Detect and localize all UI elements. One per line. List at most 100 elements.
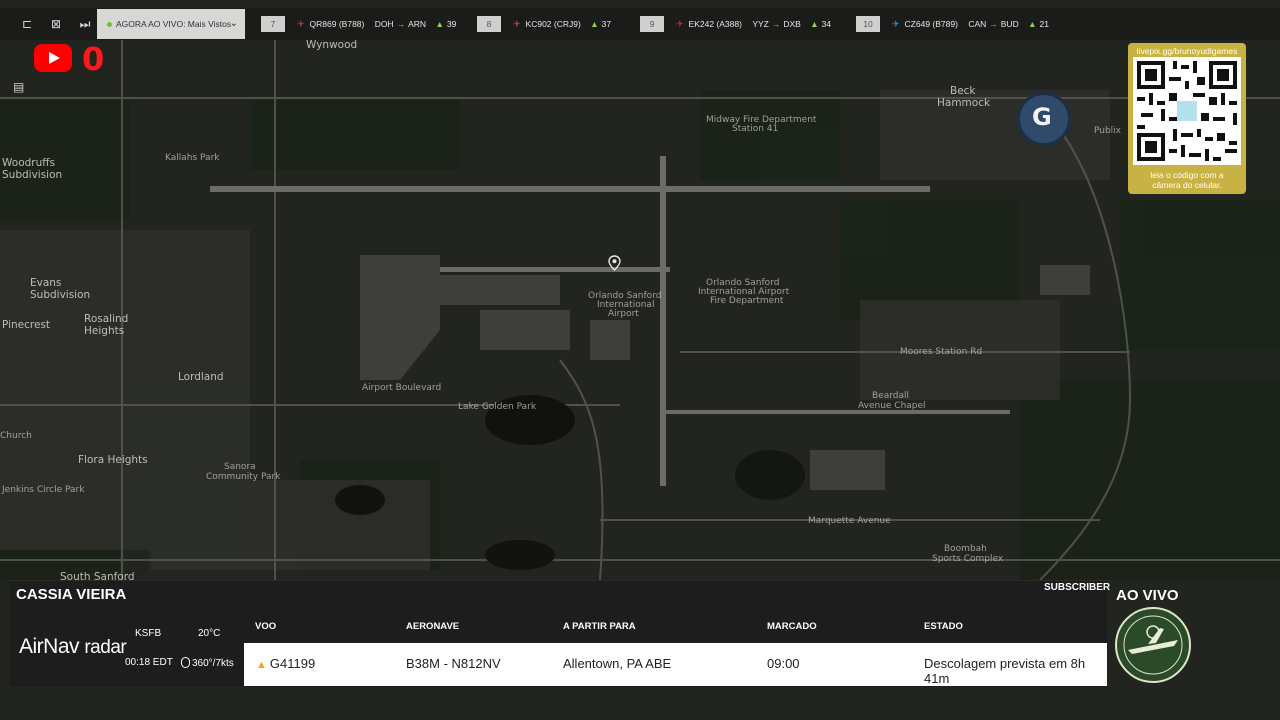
header-status: ESTADO bbox=[924, 621, 963, 632]
map-label: Flora Heights bbox=[78, 454, 148, 466]
qr-caption-line: leia o código com a bbox=[1150, 170, 1224, 180]
map-label: Station 41 bbox=[732, 124, 778, 134]
flight-info-panel: CASSIA VIEIRA SUBSCRIBER AirNav radar KS… bbox=[9, 580, 1111, 687]
flight-callsign: CZ649 (B789) bbox=[904, 19, 958, 29]
flight-destination: DXB bbox=[783, 19, 801, 29]
flight-callsign: EK242 (A388) bbox=[688, 19, 742, 29]
airline-icon: ✈ bbox=[297, 19, 305, 29]
map-label: Beck bbox=[950, 85, 976, 97]
flight-chip[interactable]: 7 ✈ QR869 (B788) DOH → ARN ▲ 39 bbox=[261, 16, 456, 32]
route-cell: Allentown, PA ABE bbox=[563, 656, 672, 671]
rank-badge: 10 bbox=[856, 16, 880, 32]
flight-destination: ARN bbox=[408, 19, 427, 29]
signal-icon: ▲ bbox=[810, 19, 819, 29]
wind-value: 360°/7kts bbox=[192, 658, 234, 669]
now-live-dropdown[interactable]: AGORA AO VIVO: Mais Vistos ⌄ bbox=[97, 9, 245, 39]
flight-chip[interactable]: 9 ✈ EK242 (A388) YYZ → DXB ▲ 34 bbox=[640, 16, 831, 32]
arrow-right-icon: → bbox=[989, 19, 998, 29]
table-row[interactable]: ▲ G41199 B38M - N812NV Allentown, PA ABE … bbox=[244, 643, 1107, 686]
map-label: Wynwood bbox=[306, 39, 357, 51]
chevron-down-icon: ⌄ bbox=[229, 18, 238, 29]
map-label: Sports Complex bbox=[932, 554, 1004, 564]
arrow-right-icon: → bbox=[396, 19, 406, 29]
map-label: Kallahs Park bbox=[165, 153, 220, 163]
panel-title: CASSIA VIEIRA bbox=[16, 586, 127, 603]
map-label: Fire Department bbox=[710, 296, 784, 306]
map-label: Airport Boulevard bbox=[362, 383, 441, 393]
youtube-counter: 0 bbox=[82, 40, 105, 78]
map-label: Woodruffs bbox=[2, 157, 55, 169]
expand-icon[interactable]: ⊠ bbox=[47, 16, 65, 32]
map-label: Pinecrest bbox=[2, 319, 50, 331]
map-label: Jenkins Circle Park bbox=[1, 485, 85, 495]
youtube-icon bbox=[34, 44, 72, 72]
airline-icon: ✈ bbox=[513, 19, 521, 29]
qr-code bbox=[1133, 57, 1241, 165]
status-cell: Descolagem prevista em 8h 41m bbox=[924, 656, 1086, 686]
list-icon[interactable]: ▤ bbox=[13, 80, 29, 94]
qr-url: livepix.gg/brunoyudigames bbox=[1136, 46, 1238, 56]
logo-letter: G bbox=[1032, 103, 1052, 131]
qr-caption-line: câmera do celular. bbox=[1152, 180, 1222, 190]
header-aircraft: AERONAVE bbox=[406, 621, 460, 632]
flight-chip[interactable]: 8 ✈ KC902 (CRJ9) ▲ 37 bbox=[477, 16, 611, 32]
flight-number: G41199 bbox=[269, 656, 316, 671]
header-scheduled: MARCADO bbox=[767, 621, 817, 632]
flight-callsign: KC902 (CRJ9) bbox=[525, 19, 581, 29]
flight-count: 37 bbox=[601, 19, 612, 29]
map-label: Publix bbox=[1094, 126, 1122, 136]
subscriber-label: SUBSCRIBER bbox=[1044, 582, 1111, 593]
map-label: Marquette Avenue bbox=[808, 516, 891, 526]
flight-origin: YYZ bbox=[752, 19, 769, 29]
channel-logo: G bbox=[1017, 92, 1071, 146]
flight-origin: DOH bbox=[374, 19, 394, 29]
rank-badge: 9 bbox=[640, 16, 664, 32]
map-label: Moores Station Rd bbox=[900, 347, 982, 357]
airline-icon: ✈ bbox=[892, 19, 900, 29]
fire-icon: ▲ bbox=[256, 659, 267, 671]
map-label: Avenue Chapel bbox=[858, 401, 926, 411]
map-label: Sanora bbox=[224, 462, 256, 472]
airport-code: KSFB bbox=[135, 628, 162, 639]
signal-icon: ▲ bbox=[435, 19, 444, 29]
map-label: Beardall bbox=[872, 391, 909, 401]
map-label: Subdivision bbox=[30, 289, 90, 301]
flight-origin: CAN bbox=[968, 19, 987, 29]
header-route: A PARTIR PARA bbox=[563, 621, 636, 632]
airline-icon: ✈ bbox=[676, 19, 684, 29]
header-flight: VOO bbox=[255, 621, 277, 632]
map-label: Lake Golden Park bbox=[458, 402, 537, 412]
qr-panel: livepix.gg/brunoyudigames leia o código … bbox=[1128, 43, 1246, 194]
airnav-logo: AirNav radar bbox=[19, 635, 127, 659]
map-label: Boombah bbox=[944, 544, 987, 554]
skip-forward-icon[interactable]: ⏭ bbox=[76, 16, 94, 32]
signal-icon: ▲ bbox=[1028, 19, 1037, 29]
temperature: 20°C bbox=[198, 628, 221, 639]
flight-count: 39 bbox=[446, 19, 457, 29]
top-bar: ⊏ ⊠ ⏭ AGORA AO VIVO: Mais Vistos ⌄ 7 ✈ QR8… bbox=[0, 8, 1280, 40]
sidebar-toggle-icon[interactable]: ⊏ bbox=[18, 16, 36, 32]
scheduled-cell: 09:00 bbox=[767, 656, 800, 671]
flight-count: 34 bbox=[821, 19, 832, 29]
map-label: Subdivision bbox=[2, 169, 62, 181]
map-label: Heights bbox=[84, 325, 124, 337]
live-label: AO VIVO bbox=[1116, 587, 1179, 604]
brand-main: AirNav bbox=[19, 635, 80, 658]
arrow-right-icon: → bbox=[771, 19, 781, 29]
location-pin-icon[interactable] bbox=[608, 255, 621, 271]
map-label: Hammock bbox=[937, 97, 991, 109]
local-time: 00:18 EDT bbox=[125, 657, 173, 668]
qr-caption: leia o código com a câmera do celular. bbox=[1128, 170, 1246, 190]
streamer-emblem bbox=[1115, 607, 1191, 683]
aircraft-cell: B38M - N812NV bbox=[406, 656, 501, 671]
live-dot-icon bbox=[107, 22, 112, 28]
brand-sub: radar bbox=[84, 637, 127, 658]
rank-badge: 7 bbox=[261, 16, 285, 32]
wind-info: 360°/7kts bbox=[181, 657, 234, 669]
map-label: Lordland bbox=[178, 371, 224, 383]
flight-chip[interactable]: 10 ✈ CZ649 (B789) CAN → BUD ▲ 21 bbox=[856, 16, 1049, 32]
flight-callsign: QR869 (B788) bbox=[309, 19, 365, 29]
wind-icon bbox=[181, 657, 190, 668]
flight-destination: BUD bbox=[1000, 19, 1019, 29]
now-live-label: AGORA AO VIVO: Mais Vistos bbox=[116, 19, 232, 29]
